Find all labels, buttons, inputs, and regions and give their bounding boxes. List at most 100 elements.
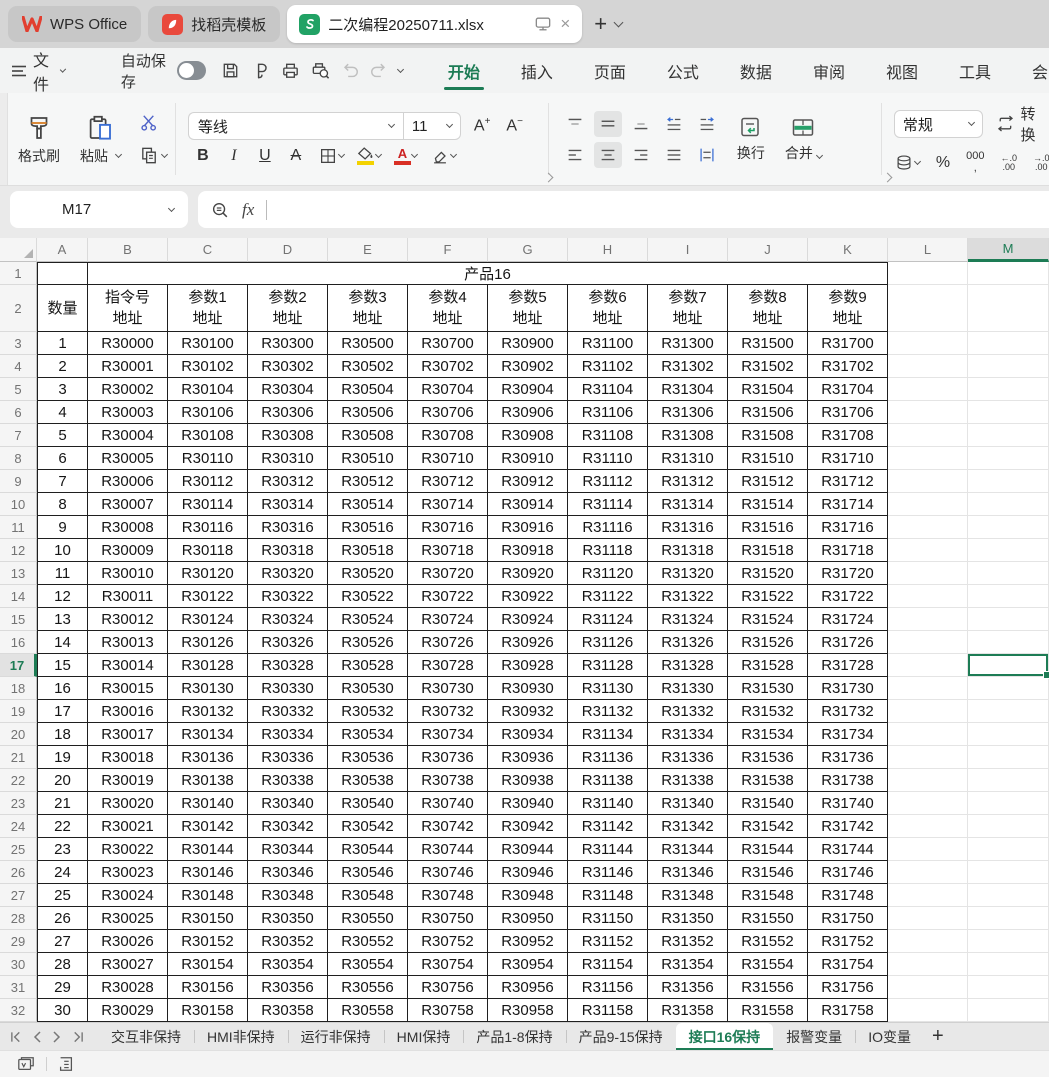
align-right-button[interactable]: [631, 145, 651, 165]
menu-tab-视图[interactable]: 视图: [885, 50, 919, 92]
print-icon[interactable]: [280, 60, 301, 81]
cell[interactable]: R31518: [728, 539, 808, 562]
cell[interactable]: R30504: [328, 378, 408, 401]
cell[interactable]: R30730: [408, 677, 488, 700]
cell[interactable]: R31756: [808, 976, 888, 999]
cell[interactable]: 27: [37, 930, 88, 953]
cell[interactable]: R31508: [728, 424, 808, 447]
next-sheet-icon[interactable]: [52, 1031, 61, 1043]
decrease-font-button[interactable]: A−: [503, 116, 526, 135]
cell[interactable]: R30548: [328, 884, 408, 907]
column-header-E[interactable]: E: [328, 238, 408, 262]
cell[interactable]: R30156: [168, 976, 248, 999]
cell[interactable]: R31338: [648, 769, 728, 792]
cell[interactable]: R31158: [568, 999, 648, 1022]
selected-cell-M17[interactable]: [968, 654, 1049, 677]
cell[interactable]: R31732: [808, 700, 888, 723]
cell[interactable]: R31718: [808, 539, 888, 562]
autosave-toggle[interactable]: [177, 61, 206, 80]
cell[interactable]: R31330: [648, 677, 728, 700]
formula-input-box[interactable]: fx: [198, 191, 1049, 228]
cell[interactable]: 9: [37, 516, 88, 539]
cell[interactable]: R30710: [408, 447, 488, 470]
row-header-19[interactable]: 19: [0, 700, 37, 723]
redo-icon[interactable]: [369, 61, 389, 81]
cell[interactable]: R30124: [168, 608, 248, 631]
cell[interactable]: R30930: [488, 677, 568, 700]
cell[interactable]: 4: [37, 401, 88, 424]
cell[interactable]: [968, 332, 1049, 355]
row-header-2[interactable]: 2: [0, 285, 37, 332]
cell[interactable]: [968, 976, 1049, 999]
cell[interactable]: R31120: [568, 562, 648, 585]
cell[interactable]: R30300: [248, 332, 328, 355]
cell[interactable]: [968, 884, 1049, 907]
cell[interactable]: R31116: [568, 516, 648, 539]
cell[interactable]: R30146: [168, 861, 248, 884]
cell[interactable]: R31550: [728, 907, 808, 930]
cell[interactable]: 8: [37, 493, 88, 516]
cell[interactable]: R30932: [488, 700, 568, 723]
cell[interactable]: R31318: [648, 539, 728, 562]
cell[interactable]: R31358: [648, 999, 728, 1022]
cell[interactable]: R30558: [328, 999, 408, 1022]
cell[interactable]: R31132: [568, 700, 648, 723]
cell[interactable]: R30136: [168, 746, 248, 769]
cell[interactable]: R30312: [248, 470, 328, 493]
cell[interactable]: R31320: [648, 562, 728, 585]
cell[interactable]: R30918: [488, 539, 568, 562]
menu-tab-公式[interactable]: 公式: [666, 50, 700, 92]
cell[interactable]: R31556: [728, 976, 808, 999]
cell[interactable]: R30126: [168, 631, 248, 654]
justify-button[interactable]: [664, 145, 684, 165]
header-cell[interactable]: 参数7地址: [648, 285, 728, 332]
cell[interactable]: 25: [37, 884, 88, 907]
cell[interactable]: R30912: [488, 470, 568, 493]
cell[interactable]: R31348: [648, 884, 728, 907]
cell[interactable]: R31102: [568, 355, 648, 378]
wps-office-tab[interactable]: WPS Office: [8, 6, 141, 42]
cell[interactable]: R30326: [248, 631, 328, 654]
column-header-M[interactable]: M: [968, 238, 1049, 262]
row-header-25[interactable]: 25: [0, 838, 37, 861]
increase-indent-button[interactable]: [697, 114, 717, 134]
cell[interactable]: [888, 792, 968, 815]
cell[interactable]: R31516: [728, 516, 808, 539]
menu-tab-页面[interactable]: 页面: [593, 50, 627, 92]
cell[interactable]: [968, 861, 1049, 884]
cell[interactable]: R31152: [568, 930, 648, 953]
format-painter-button[interactable]: 格式刷: [8, 93, 70, 185]
cell[interactable]: R30714: [408, 493, 488, 516]
fill-color-button[interactable]: [357, 147, 381, 165]
cell[interactable]: R30310: [248, 447, 328, 470]
cell[interactable]: R30023: [88, 861, 168, 884]
cell[interactable]: [888, 539, 968, 562]
cell[interactable]: R31746: [808, 861, 888, 884]
font-color-button[interactable]: A: [394, 147, 417, 165]
row-header-17[interactable]: 17: [0, 654, 37, 677]
cut-button[interactable]: [139, 112, 167, 133]
cell[interactable]: R31332: [648, 700, 728, 723]
cell[interactable]: R31510: [728, 447, 808, 470]
cell[interactable]: R30706: [408, 401, 488, 424]
cell[interactable]: R31108: [568, 424, 648, 447]
cell[interactable]: R31106: [568, 401, 648, 424]
cell[interactable]: [968, 285, 1049, 332]
cell[interactable]: R30314: [248, 493, 328, 516]
cell[interactable]: R30354: [248, 953, 328, 976]
cell[interactable]: R30142: [168, 815, 248, 838]
cell[interactable]: R30308: [248, 424, 328, 447]
cell[interactable]: R30002: [88, 378, 168, 401]
row-header-16[interactable]: 16: [0, 631, 37, 654]
cell[interactable]: [968, 424, 1049, 447]
cell[interactable]: R30554: [328, 953, 408, 976]
cell[interactable]: 29: [37, 976, 88, 999]
cell[interactable]: R30324: [248, 608, 328, 631]
name-box[interactable]: M17: [10, 191, 188, 228]
cell[interactable]: R30116: [168, 516, 248, 539]
cell[interactable]: 23: [37, 838, 88, 861]
header-cell[interactable]: 参数6地址: [568, 285, 648, 332]
cell[interactable]: R30520: [328, 562, 408, 585]
number-format-select[interactable]: 常规: [894, 110, 983, 138]
cell[interactable]: [888, 355, 968, 378]
